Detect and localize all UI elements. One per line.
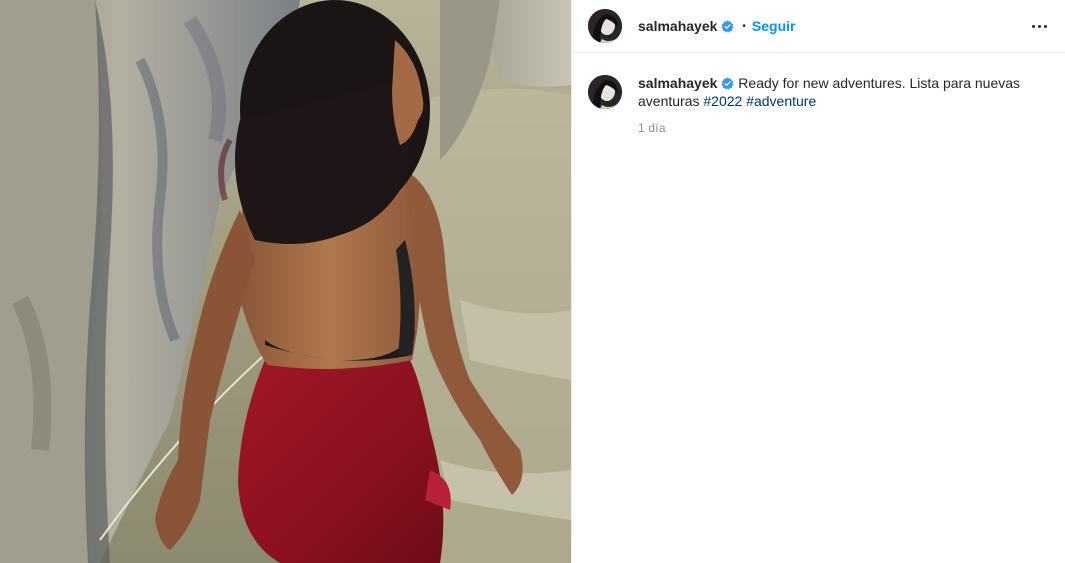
post-caption: salmahayek Ready for new adventures. Lis… <box>572 53 1065 110</box>
hashtag-link[interactable]: #2022 <box>703 93 742 109</box>
post-header: salmahayek • Seguir <box>572 0 1065 53</box>
post-side-panel: salmahayek • Seguir salmahayek Ready for… <box>571 0 1065 563</box>
avatar-image <box>588 75 622 109</box>
verified-badge-icon <box>721 19 734 33</box>
post-modal: salmahayek • Seguir salmahayek Ready for… <box>0 0 1065 563</box>
post-photo[interactable] <box>0 0 571 563</box>
caption-username[interactable]: salmahayek <box>638 75 717 91</box>
verified-badge-icon <box>721 77 734 90</box>
author-avatar[interactable] <box>588 9 622 43</box>
avatar-image <box>588 9 622 43</box>
header-separator: • <box>742 20 746 32</box>
header-username[interactable]: salmahayek <box>638 18 717 34</box>
photo-woman-walking-in-canyon <box>0 0 571 563</box>
caption-text-block: salmahayek Ready for new adventures. Lis… <box>638 74 1048 110</box>
more-options-icon[interactable] <box>1027 14 1051 38</box>
hashtag-link[interactable]: #adventure <box>746 93 816 109</box>
post-timestamp[interactable]: 1 día <box>638 121 1065 135</box>
caption-avatar[interactable] <box>588 75 622 109</box>
follow-button[interactable]: Seguir <box>752 18 796 34</box>
